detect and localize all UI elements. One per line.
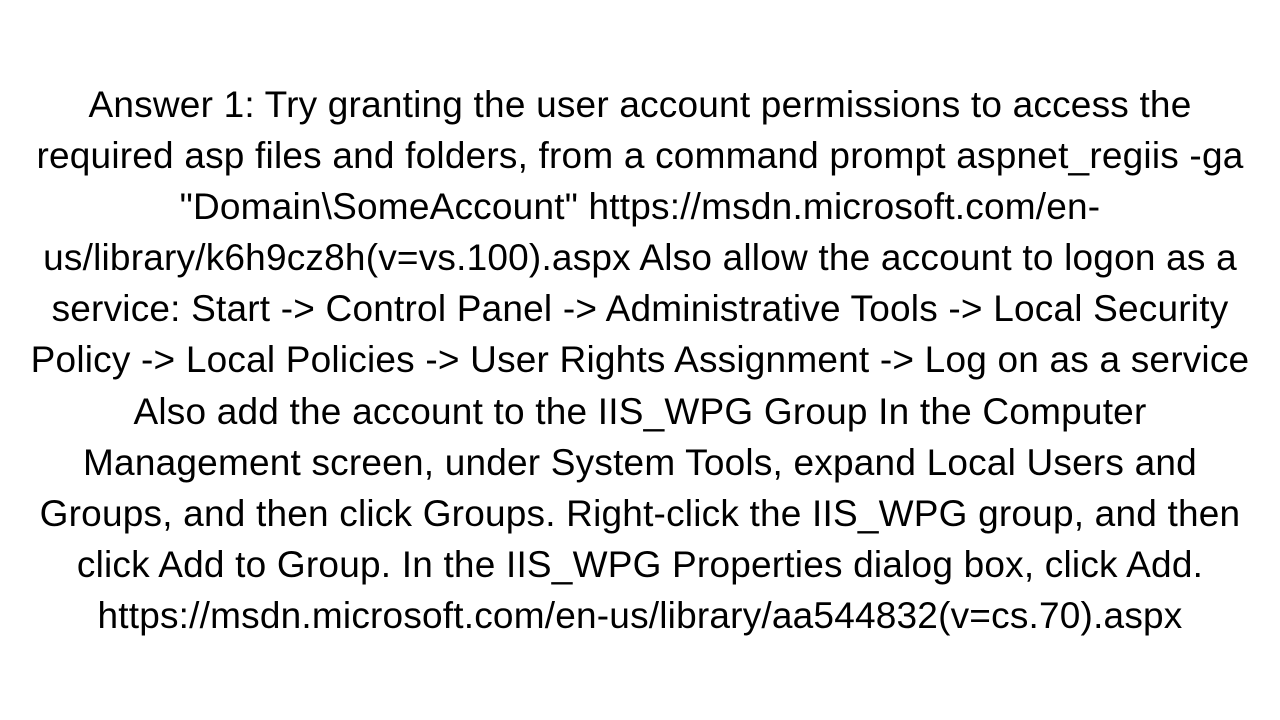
answer-text-block: Answer 1: Try granting the user account … — [20, 79, 1260, 641]
